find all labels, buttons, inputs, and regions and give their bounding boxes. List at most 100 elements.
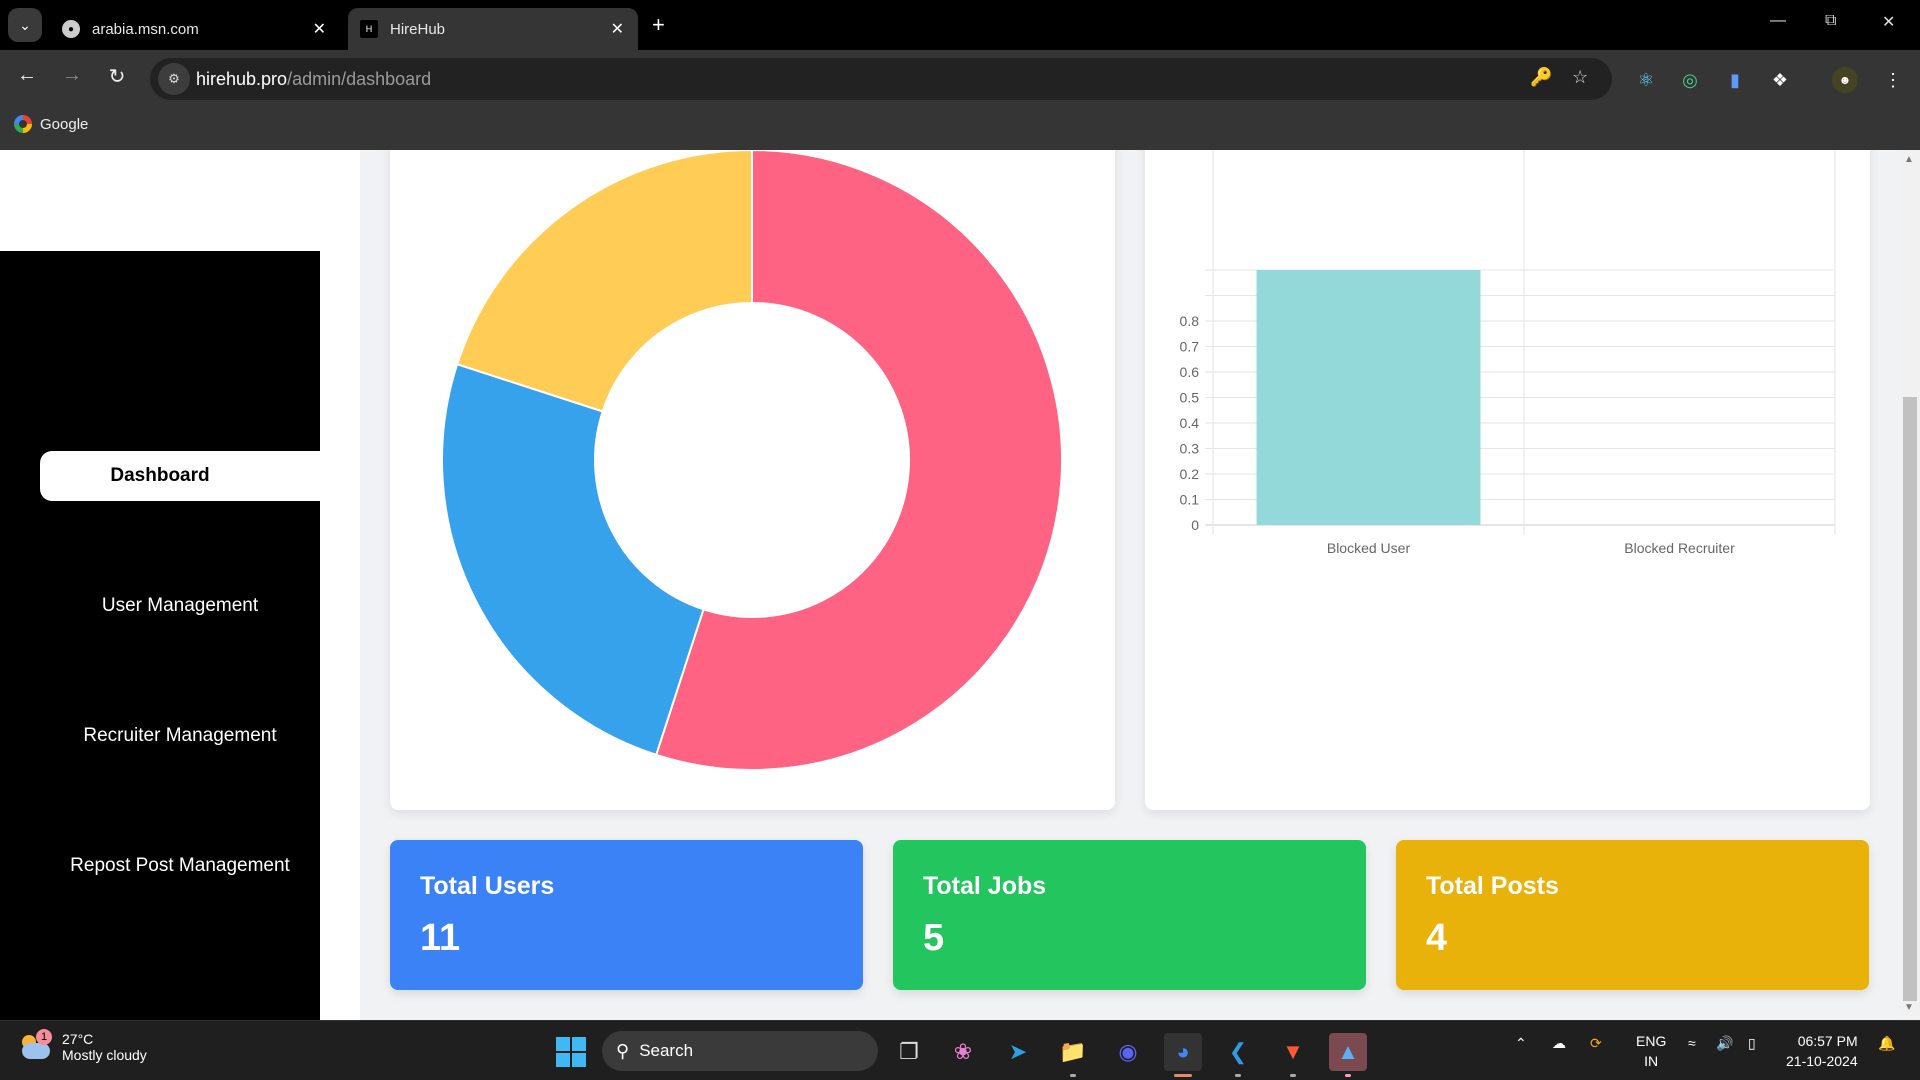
extension-target-icon[interactable]: ◎ — [1677, 67, 1703, 93]
y-tick-label: 0.2 — [1180, 466, 1200, 482]
bookmark-google[interactable]: Google — [14, 115, 88, 133]
y-tick-label: 0.5 — [1180, 390, 1200, 406]
stat-label: Total Users — [420, 872, 555, 900]
tab-title: arabia.msn.com — [92, 20, 199, 38]
url-text[interactable]: hirehub.pro/admin/dashboard — [196, 69, 431, 90]
address-bar[interactable]: ⚙ hirehub.pro/admin/dashboard 🔑 ☆ — [150, 58, 1612, 100]
browser-tab-bar: ⌄ ● arabia.msn.com ✕ H HireHub ✕ + — ⧉ ✕ — [0, 0, 1920, 50]
copilot-icon[interactable]: ❀ — [944, 1033, 982, 1071]
scroll-up-arrow-icon[interactable]: ▲ — [1904, 154, 1914, 165]
clock[interactable]: 06:57 PM 21-10-2024 — [1786, 1031, 1858, 1071]
y-tick-label: 0 — [1191, 517, 1199, 533]
sync-icon[interactable]: ⟳ — [1590, 1035, 1602, 1052]
google-icon — [14, 115, 32, 133]
weather-temp: 27°C — [62, 1031, 94, 1047]
forward-button[interactable]: → — [57, 64, 87, 87]
y-tick-label: 0.6 — [1180, 364, 1200, 380]
stat-value: 11 — [420, 917, 461, 959]
y-tick-label: 0.1 — [1180, 492, 1200, 508]
start-button[interactable] — [556, 1037, 586, 1067]
sidebar-item-repost-post-management[interactable]: Repost Post Management — [0, 855, 360, 877]
sidebar-item-dashboard[interactable]: Dashboard — [40, 451, 320, 501]
discord-icon[interactable]: ◉ — [1109, 1033, 1147, 1071]
star-icon[interactable]: ☆ — [1572, 67, 1588, 88]
hirehub-favicon-icon: H — [360, 20, 378, 38]
bar-blocked-user[interactable] — [1256, 270, 1481, 525]
sidebar-item-label: User Management — [101, 595, 259, 616]
donut-slice-total-jobs[interactable] — [441, 362, 705, 757]
minimize-button[interactable]: — — [1770, 12, 1786, 30]
sidebar-item-user-management[interactable]: User Management — [0, 595, 360, 617]
site-info-icon[interactable]: ⚙ — [158, 63, 190, 95]
clock-time: 06:57 PM — [1797, 1033, 1858, 1049]
sidebar-header — [0, 150, 360, 251]
photos-icon[interactable]: ▲ — [1329, 1033, 1367, 1077]
y-tick-label: 0.7 — [1180, 339, 1200, 355]
new-tab-button[interactable]: + — [652, 12, 665, 38]
bookmark-label: Google — [40, 115, 89, 133]
close-tab-icon[interactable]: ✕ — [313, 19, 326, 39]
page-scrollbar[interactable]: ▲ ▼ — [1900, 150, 1920, 1020]
sidebar-item-label: Recruiter Management — [83, 725, 277, 746]
stat-card-total-jobs: Total Jobs 5 — [893, 840, 1366, 990]
tab-hirehub[interactable]: H HireHub ✕ — [348, 8, 638, 50]
telegram-icon[interactable]: ➤ — [999, 1033, 1037, 1071]
extension-phone-icon[interactable]: ▮ — [1722, 67, 1748, 93]
sidebar-item-label: Repost Post Management — [70, 855, 290, 876]
sidebar-item-label: Dashboard — [110, 465, 210, 486]
lang-code: ENG — [1636, 1033, 1667, 1049]
donut-slice-total-posts[interactable] — [455, 150, 753, 413]
back-button[interactable]: ← — [12, 64, 42, 87]
stat-card-total-posts: Total Posts 4 — [1396, 840, 1869, 990]
task-view-icon[interactable]: ❐ — [890, 1033, 928, 1071]
scrollbar-thumb[interactable] — [1903, 397, 1917, 1001]
clock-date: 21-10-2024 — [1786, 1053, 1858, 1069]
react-devtools-icon[interactable]: ⚛ — [1633, 67, 1659, 93]
profile-avatar[interactable]: ☻ — [1832, 67, 1858, 93]
x-tick-label: Blocked User — [1327, 540, 1411, 556]
scroll-down-arrow-icon[interactable]: ▼ — [1904, 1002, 1914, 1013]
y-tick-label: 0.3 — [1180, 441, 1200, 457]
menu-dots-icon[interactable]: ⋮ — [1880, 67, 1906, 93]
reload-button[interactable]: ↻ — [102, 64, 132, 89]
sidebar-item-recruiter-management[interactable]: Recruiter Management — [0, 725, 360, 747]
close-tab-icon[interactable]: ✕ — [611, 19, 624, 39]
language-indicator[interactable]: ENG IN — [1636, 1031, 1666, 1071]
weather-cloud-icon: 1 — [20, 1029, 52, 1063]
brave-icon[interactable]: ▼ — [1274, 1033, 1312, 1077]
y-tick-label: 0.4 — [1180, 415, 1200, 431]
stat-value: 5 — [923, 917, 945, 959]
notification-bell-icon[interactable]: 🔔 — [1878, 1035, 1895, 1052]
wifi-icon[interactable]: ≈ — [1688, 1035, 1696, 1051]
chevron-down-icon: ⌄ — [19, 16, 31, 33]
page-content: Dashboard User Management Recruiter Mana… — [0, 150, 1920, 1020]
restore-button[interactable]: ⧉ — [1825, 12, 1836, 30]
extensions-puzzle-icon[interactable]: ❖ — [1767, 67, 1793, 93]
file-explorer-icon[interactable]: 📁 — [1054, 1033, 1092, 1077]
sidebar: Dashboard User Management Recruiter Mana… — [0, 251, 320, 1020]
url-path: /admin/dashboard — [287, 69, 432, 89]
stat-label: Total Posts — [1426, 872, 1559, 900]
region-code: IN — [1644, 1053, 1659, 1069]
windows-taskbar: 1 27°C Mostly cloudy ⚲ Search ❐ ❀ ➤ 📁 ◉ … — [0, 1020, 1920, 1080]
volume-icon[interactable]: 🔊 — [1716, 1035, 1733, 1052]
stat-value: 4 — [1426, 917, 1448, 959]
weather-condition: Mostly cloudy — [62, 1047, 147, 1063]
sidebar-gutter — [320, 150, 360, 1020]
weather-widget[interactable]: 1 27°C Mostly cloudy — [20, 1029, 147, 1063]
browser-toolbar: ← → ↻ ⚙ hirehub.pro/admin/dashboard 🔑 ☆ … — [0, 50, 1920, 150]
notification-badge: 1 — [36, 1029, 52, 1045]
taskbar-search[interactable]: ⚲ Search — [602, 1031, 878, 1071]
key-icon[interactable]: 🔑 — [1530, 67, 1552, 88]
bar-chart-card: 0 0.1 0.2 0.3 0.4 0.5 0.6 0.7 0.8 Blocked User Blo… — [1145, 150, 1870, 810]
search-label: Search — [639, 1041, 694, 1060]
tab-search-button[interactable]: ⌄ — [8, 8, 42, 42]
vscode-icon[interactable]: ❮ — [1219, 1033, 1257, 1077]
chrome-icon[interactable]: ◕ — [1164, 1033, 1202, 1077]
y-tick-label: 0.8 — [1180, 313, 1200, 329]
onedrive-cloud-icon[interactable]: ☁ — [1552, 1035, 1566, 1052]
close-window-button[interactable]: ✕ — [1882, 12, 1895, 32]
battery-icon[interactable]: ▯ — [1748, 1035, 1756, 1052]
show-hidden-icons-chevron-icon[interactable]: ⌃ — [1515, 1035, 1527, 1052]
tab-arabia-msn[interactable]: ● arabia.msn.com ✕ — [50, 8, 340, 50]
